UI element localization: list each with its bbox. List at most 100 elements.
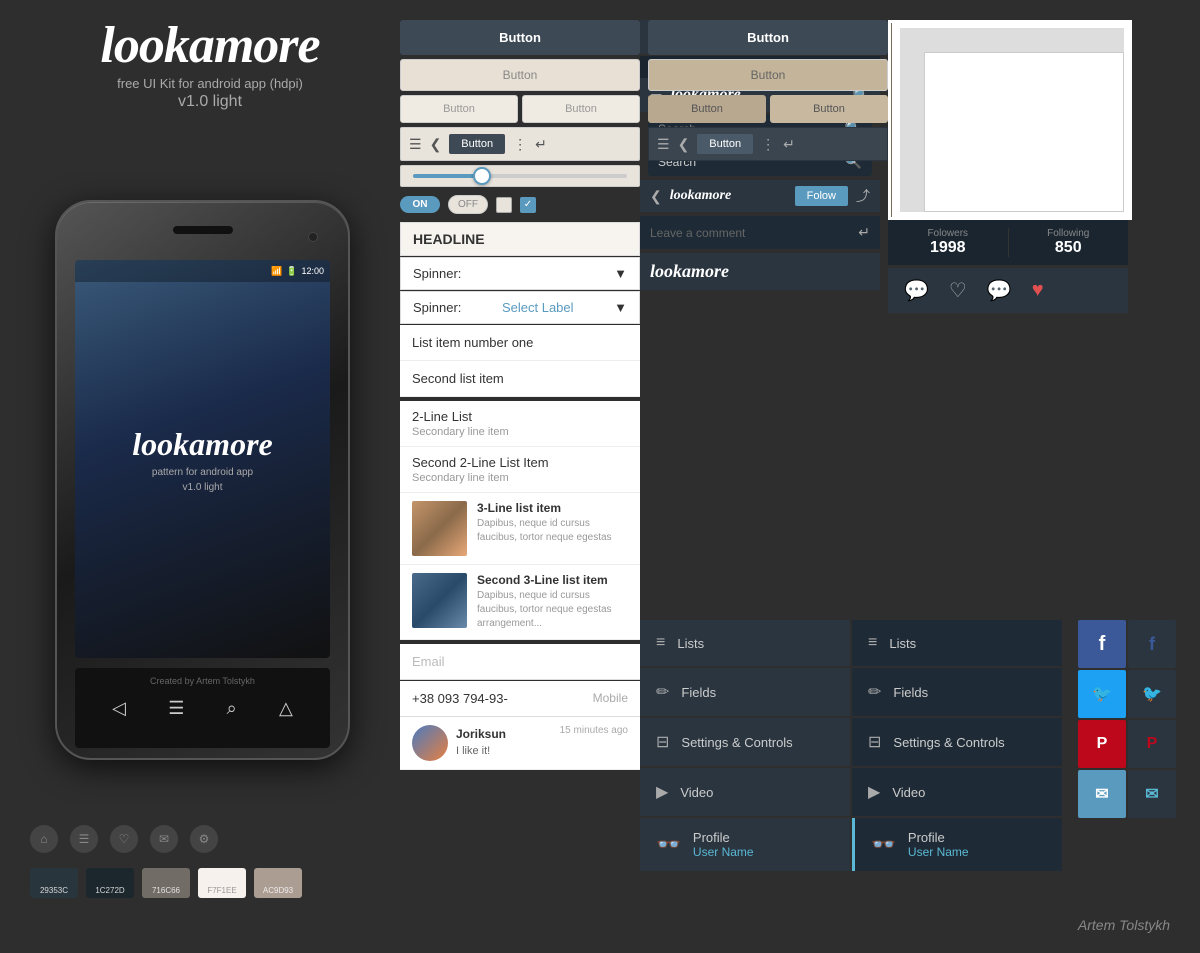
interaction-bar: 💬 ♡ 💬 ♥ bbox=[888, 268, 1128, 313]
two-line-2-secondary: Secondary line item bbox=[412, 472, 628, 484]
pinterest-button-light[interactable]: P bbox=[1078, 720, 1126, 768]
swatch-label-3: 716C66 bbox=[152, 886, 180, 895]
preview-frame bbox=[892, 20, 1132, 220]
profile-item-dark[interactable]: 👓 Profile User Name bbox=[852, 818, 1062, 871]
spinner-2[interactable]: Spinner: Select Label ▼ bbox=[400, 291, 640, 324]
email-field[interactable]: Email bbox=[400, 644, 640, 680]
dark-button-outline-1[interactable]: Button bbox=[648, 95, 766, 123]
dark-button-outline-2[interactable]: Button bbox=[770, 95, 888, 123]
dark-follow-button[interactable]: Folow bbox=[795, 186, 848, 206]
chat-icon[interactable]: 💬 bbox=[987, 278, 1012, 303]
button-row-2: Button bbox=[400, 59, 640, 91]
mail-button-dark[interactable]: ✉ bbox=[1128, 770, 1176, 818]
phone-value: +38 093 794-93- bbox=[412, 691, 508, 706]
facebook-button-light[interactable]: f bbox=[1078, 620, 1126, 668]
button-outline-1[interactable]: Button bbox=[400, 95, 518, 123]
twitter-button-dark[interactable]: 🐦 bbox=[1128, 670, 1176, 718]
toggle-off[interactable]: OFF bbox=[448, 195, 488, 214]
dark-button-row-2: Button bbox=[648, 59, 888, 91]
dark-ab-menu-icon-btn[interactable]: ☰ bbox=[657, 136, 670, 153]
ab-more-icon[interactable]: ⋮ bbox=[513, 136, 527, 153]
dark-follow-back-icon[interactable]: ❮ bbox=[650, 188, 662, 205]
dark-share-icon[interactable]: ⤴ bbox=[856, 186, 870, 206]
dark-brand-bar: lookamore bbox=[640, 253, 880, 290]
dark-comment-input[interactable]: Leave a comment ↵ bbox=[640, 216, 880, 249]
two-line-item-2[interactable]: Second 2-Line List Item Secondary line i… bbox=[400, 447, 640, 493]
pinterest-button-dark[interactable]: P bbox=[1128, 720, 1176, 768]
dark-action-bar-buttons: ☰ ❮ Button ⋮ ↵ bbox=[648, 127, 888, 161]
facebook-button-dark[interactable]: f bbox=[1128, 620, 1176, 668]
phone-home-icon[interactable]: △ bbox=[279, 698, 293, 719]
email-placeholder: Email bbox=[412, 654, 445, 669]
comment-content: Joriksun 15 minutes ago I like it! bbox=[456, 725, 628, 757]
slider-container[interactable] bbox=[400, 165, 640, 187]
menu-settings-label-dark: Settings & Controls bbox=[893, 735, 1004, 750]
spinner-1[interactable]: Spinner: ▼ bbox=[400, 257, 640, 290]
checkbox-unchecked[interactable] bbox=[496, 197, 512, 213]
spinner-2-value: Select Label bbox=[502, 300, 574, 315]
phone-back-icon[interactable]: ◁ bbox=[112, 698, 126, 719]
ab-back-icon[interactable]: ❮ bbox=[430, 136, 442, 153]
ab-enter-icon[interactable]: ↵ bbox=[535, 136, 547, 153]
comment-time: 15 minutes ago bbox=[560, 725, 628, 736]
list-item-1[interactable]: List item number one bbox=[400, 325, 640, 361]
ab-menu-icon[interactable]: ☰ bbox=[409, 136, 422, 153]
profile-text-dark: Profile User Name bbox=[908, 830, 969, 859]
button-outline-2[interactable]: Button bbox=[522, 95, 640, 123]
heart-icon[interactable]: ♥ bbox=[1032, 279, 1044, 302]
phone-menu-icon[interactable]: ☰ bbox=[168, 698, 184, 719]
button-dark-1[interactable]: Button bbox=[400, 20, 640, 55]
two-line-1-primary: 2-Line List bbox=[412, 409, 628, 424]
menu-fields-light[interactable]: ✏ Fields bbox=[640, 668, 850, 716]
dark-ab-button[interactable]: Button bbox=[697, 134, 753, 154]
slider-thumb[interactable] bbox=[473, 167, 491, 185]
phone-version: v1.0 light bbox=[182, 482, 222, 493]
ab-button[interactable]: Button bbox=[449, 134, 505, 154]
comment-icon[interactable]: 💬 bbox=[904, 278, 929, 303]
three-line-1-image bbox=[412, 501, 467, 556]
menu-settings-dark[interactable]: ⊟ Settings & Controls bbox=[852, 718, 1062, 766]
profile-icon-dark: 👓 bbox=[871, 832, 896, 857]
profile-label-dark: Profile bbox=[908, 830, 969, 845]
menu-fields-dark[interactable]: ✏ Fields bbox=[852, 668, 1062, 716]
dark-comment-send-icon[interactable]: ↵ bbox=[858, 224, 870, 241]
swatch-label-2: 1C272D bbox=[95, 886, 124, 895]
bottom-icon-row: ⌂ ☰ ♡ ✉ ⚙ bbox=[30, 825, 218, 853]
three-line-2-title: Second 3-Line list item bbox=[477, 573, 628, 587]
dark-button-light-1[interactable]: Button bbox=[648, 59, 888, 91]
dark-ab-more-icon[interactable]: ⋮ bbox=[761, 136, 775, 153]
app-logo: lookamore bbox=[30, 20, 390, 72]
list-item-2[interactable]: Second list item bbox=[400, 361, 640, 397]
three-line-item-1[interactable]: 3-Line list item Dapibus, neque id cursu… bbox=[400, 493, 640, 565]
menu-lists-icon-light: ≡ bbox=[656, 634, 665, 652]
menu-lists-light[interactable]: ≡ Lists bbox=[640, 620, 850, 666]
app-tagline: free UI Kit for android app (hdpi) bbox=[30, 76, 390, 91]
checkbox-checked[interactable]: ✓ bbox=[520, 197, 536, 213]
social-row-mail: ✉ ✉ bbox=[1078, 770, 1178, 818]
menu-settings-light[interactable]: ⊟ Settings & Controls bbox=[640, 718, 850, 766]
menu-video-light[interactable]: ▶ Video bbox=[640, 768, 850, 816]
profile-label-light: Profile bbox=[693, 830, 754, 845]
phone-search-icon[interactable]: ⌕ bbox=[227, 698, 237, 719]
dark-ab-back-icon-btn[interactable]: ❮ bbox=[678, 136, 690, 153]
like-icon[interactable]: ♡ bbox=[949, 278, 967, 303]
twitter-button-light[interactable]: 🐦 bbox=[1078, 670, 1126, 718]
menu-dark-column: ≡ Lists ✏ Fields ⊟ Settings & Controls ▶… bbox=[852, 620, 1062, 873]
two-line-item-1[interactable]: 2-Line List Secondary line item bbox=[400, 401, 640, 447]
dark-button-dark-1[interactable]: Button bbox=[648, 20, 888, 55]
comment-text: I like it! bbox=[456, 745, 628, 757]
phone-field[interactable]: +38 093 794-93- Mobile bbox=[400, 681, 640, 717]
mail-button-light[interactable]: ✉ bbox=[1078, 770, 1126, 818]
followers-stat: Folowers 1998 bbox=[888, 220, 1008, 265]
button-light-1[interactable]: Button bbox=[400, 59, 640, 91]
profile-item-light[interactable]: 👓 Profile User Name bbox=[640, 818, 850, 871]
toggles-row: ON OFF ✓ bbox=[400, 191, 640, 218]
toggle-on[interactable]: ON bbox=[400, 196, 440, 213]
three-line-item-2[interactable]: Second 3-Line list item Dapibus, neque i… bbox=[400, 565, 640, 640]
dark-ab-enter-icon[interactable]: ↵ bbox=[783, 136, 795, 153]
menu-video-dark[interactable]: ▶ Video bbox=[852, 768, 1062, 816]
menu-video-icon-dark: ▶ bbox=[868, 782, 880, 802]
menu-lists-dark[interactable]: ≡ Lists bbox=[852, 620, 1062, 666]
three-line-1-desc: Dapibus, neque id cursus faucibus, torto… bbox=[477, 517, 628, 545]
menu-video-label-dark: Video bbox=[892, 785, 925, 800]
